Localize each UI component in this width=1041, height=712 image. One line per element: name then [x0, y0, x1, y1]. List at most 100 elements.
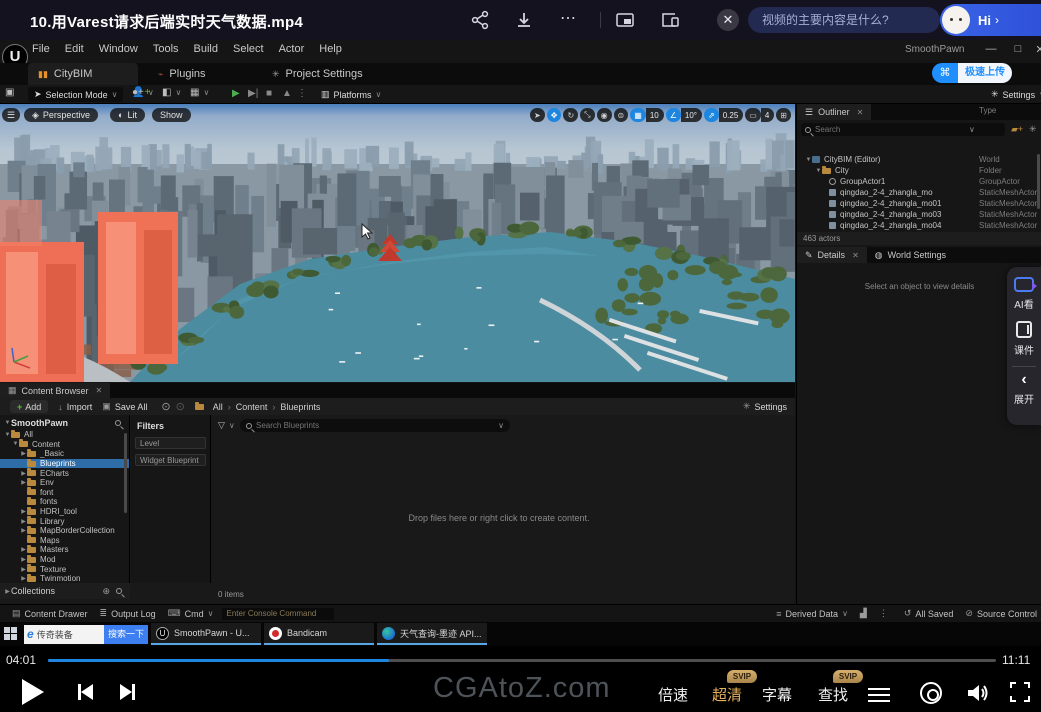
tree-item[interactable]: ▶Mod: [0, 555, 129, 565]
share-icon[interactable]: [470, 10, 490, 30]
breadcrumb-all[interactable]: All: [213, 402, 223, 412]
collections-bar[interactable]: ▶ Collections ⊕: [0, 583, 130, 599]
scale-snap-value[interactable]: 0.25: [719, 108, 744, 122]
stats-icon[interactable]: ▟: [860, 608, 867, 619]
eject-icon[interactable]: ▲: [282, 88, 292, 99]
close-tab-icon[interactable]: ✕: [857, 108, 864, 117]
tree-item[interactable]: ▶HDRI_tool: [0, 507, 129, 517]
settings-dropdown[interactable]: ✳ Settings ∨: [985, 87, 1041, 102]
sources-root[interactable]: ▼ SmoothPawn: [0, 415, 129, 430]
more-icon[interactable]: ⋯: [558, 10, 578, 30]
grid-snap-icon[interactable]: ▦: [630, 108, 646, 122]
outliner-row[interactable]: qingdao_2-4_zhangla_mo StaticMeshActor: [797, 187, 1037, 198]
new-folder-icon[interactable]: ▰+: [1011, 124, 1023, 135]
playlist-icon[interactable]: [868, 684, 890, 702]
play-button[interactable]: [22, 679, 44, 705]
output-log-button[interactable]: ≣ Output Log: [100, 608, 156, 619]
tree-item[interactable]: Maps: [0, 536, 129, 546]
fullscreen-icon[interactable]: [1010, 682, 1030, 702]
viewport-menu-icon[interactable]: ☰: [2, 108, 20, 122]
download-icon[interactable]: [514, 10, 534, 30]
tree-item[interactable]: ▶Library: [0, 516, 129, 526]
menu-build[interactable]: Build: [194, 43, 218, 55]
playback-speed-button[interactable]: 倍速: [658, 684, 688, 705]
close-icon[interactable]: ✕: [717, 9, 739, 31]
tree-item[interactable]: ▶Twinmotion: [0, 574, 129, 583]
search-icon[interactable]: [116, 588, 122, 594]
search-go-button[interactable]: 搜索一下: [104, 625, 148, 644]
tree-item[interactable]: ▶Masters: [0, 545, 129, 555]
play-icon[interactable]: ▶: [232, 88, 240, 99]
tree-item[interactable]: ▶Texture: [0, 564, 129, 574]
tab-details[interactable]: ✎ Details ✕: [797, 247, 867, 263]
tree-item[interactable]: ▶Env: [0, 478, 129, 488]
tree-item[interactable]: font: [0, 488, 129, 498]
scale-snap-icon[interactable]: ⇗: [704, 108, 719, 122]
ai-watch-button[interactable]: AI看: [1007, 277, 1041, 311]
taskbar-item-bandicam[interactable]: Bandicam: [264, 623, 374, 645]
tree-item[interactable]: ▶MapBorderCollection: [0, 526, 129, 536]
next-button[interactable]: [120, 684, 135, 700]
upload-button[interactable]: ⌘ 极速上传: [932, 63, 1012, 83]
asset-search-input[interactable]: [256, 421, 476, 430]
save-all-button[interactable]: ▣ Save All: [102, 401, 147, 412]
add-collection-icon[interactable]: ⊕: [102, 586, 110, 597]
quality-button[interactable]: 超清: [712, 684, 742, 705]
rotation-snap-icon[interactable]: ∠: [666, 108, 681, 122]
progress-bar[interactable]: [48, 659, 996, 662]
tree-item[interactable]: ▼All: [0, 430, 129, 440]
blueprints-icon[interactable]: ◧∨: [162, 87, 181, 98]
outliner-settings-icon[interactable]: ✳: [1029, 124, 1037, 135]
courseware-button[interactable]: 课件: [1007, 321, 1041, 357]
outliner-row[interactable]: GroupActor1 GroupActor: [797, 176, 1037, 187]
stop-icon[interactable]: ■: [266, 88, 272, 99]
filter-funnel-icon[interactable]: ▽∨: [218, 420, 235, 431]
breadcrumb-content[interactable]: Content: [236, 402, 268, 412]
play-options-icon[interactable]: ⋮: [297, 88, 307, 99]
selection-mode-dropdown[interactable]: ➤ Selection Mode ∨: [28, 87, 123, 102]
picture-in-picture-icon[interactable]: [615, 10, 635, 30]
expander-icon[interactable]: ▼: [815, 168, 822, 174]
taskbar-item-weather-api[interactable]: 天气查询-墨迹 API...: [377, 623, 487, 645]
grid-snap-value[interactable]: 10: [646, 108, 664, 122]
maximize-viewport-icon[interactable]: ⊞: [776, 108, 791, 122]
subtitles-button[interactable]: 字幕: [762, 684, 792, 705]
menu-file[interactable]: File: [32, 43, 50, 55]
outliner-row[interactable]: ▼ City Folder: [797, 165, 1037, 176]
outliner-row[interactable]: qingdao_2-4_zhangla_mo01 StaticMeshActor: [797, 198, 1037, 209]
derived-data-button[interactable]: ≡ Derived Data ∨: [776, 609, 848, 619]
ai-question-input[interactable]: 视频的主要内容是什么?: [748, 7, 940, 33]
tab-world-settings[interactable]: ◍ World Settings: [867, 247, 954, 263]
column-type[interactable]: Type: [979, 106, 996, 115]
cb-settings-button[interactable]: ✳ Settings: [743, 401, 787, 412]
forward-icon[interactable]: ⊙: [176, 400, 185, 413]
windows-start-icon[interactable]: [4, 627, 18, 641]
rotation-snap-value[interactable]: 10°: [681, 108, 702, 122]
taskbar-search-widget[interactable]: e 传奇装备 搜索一下: [24, 625, 148, 644]
search-box[interactable]: e 传奇装备: [24, 625, 104, 644]
search-icon[interactable]: [115, 420, 121, 426]
outliner-row[interactable]: qingdao_2-4_zhangla_mo03 StaticMeshActor: [797, 209, 1037, 220]
record-icon[interactable]: [920, 682, 942, 704]
filter-level[interactable]: Level: [135, 437, 206, 449]
menu-select[interactable]: Select: [233, 43, 264, 55]
outliner-row[interactable]: ▼ CityBIM (Editor) World: [797, 154, 1037, 165]
asset-search[interactable]: ∨: [240, 419, 510, 432]
surface-snap-icon[interactable]: ⊜: [614, 108, 629, 122]
volume-icon[interactable]: [966, 683, 990, 708]
tree-item[interactable]: ▶ECharts: [0, 468, 129, 478]
menu-window[interactable]: Window: [99, 43, 138, 55]
save-icon[interactable]: ▣: [5, 87, 14, 98]
close-tab-icon[interactable]: ✕: [852, 251, 859, 260]
cinematics-icon[interactable]: ▦∨: [190, 87, 209, 98]
outliner-scrollbar[interactable]: [1037, 154, 1040, 209]
add-actor-icon[interactable]: ●+∨: [132, 87, 154, 98]
scale-tool-icon[interactable]: ⤡: [580, 108, 594, 122]
expand-button[interactable]: ‹ 展开: [1007, 373, 1041, 406]
tree-item[interactable]: ▼Content: [0, 440, 129, 450]
mini-player-icon[interactable]: [660, 10, 680, 30]
breadcrumb-blueprints[interactable]: Blueprints: [280, 402, 320, 412]
previous-button[interactable]: [78, 684, 93, 700]
tab-citybim[interactable]: ▮▮ CityBIM: [28, 63, 138, 85]
expander-icon[interactable]: ▼: [805, 157, 812, 163]
